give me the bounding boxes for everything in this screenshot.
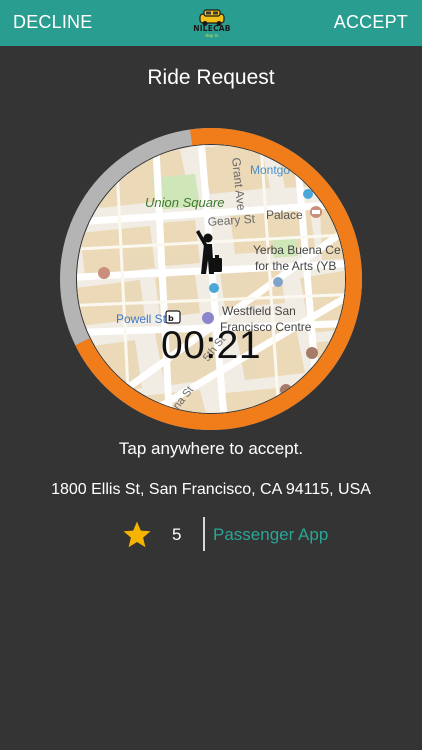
star-icon: [123, 521, 151, 548]
accept-button[interactable]: ACCEPT: [334, 12, 408, 33]
top-bar: DECLINE NILECAB Hop In ACCEPT: [0, 0, 422, 46]
metro-icon: [273, 277, 283, 287]
map-label-yerba-2: for the Arts (YB: [255, 259, 336, 273]
metro-icon: [303, 189, 313, 199]
hotel-icon: [98, 267, 110, 279]
page-title: Ride Request: [147, 66, 275, 89]
pickup-address: 1800 Ellis St, San Francisco, CA 94115, …: [51, 481, 371, 498]
passenger-rating: 5: [172, 525, 182, 544]
passenger-app-link[interactable]: Passenger App: [213, 525, 328, 545]
nilecab-logo: NILECAB Hop In: [190, 8, 234, 40]
svg-text:b: b: [168, 314, 174, 323]
map-label-palace: Palace: [266, 208, 303, 222]
decline-button[interactable]: DECLINE: [13, 12, 92, 33]
map-label-westfield-1: Westfield San: [222, 304, 296, 318]
metro-icon: [209, 283, 219, 293]
divider: [203, 517, 205, 551]
map-label-yerba-1: Yerba Buena Ce: [253, 243, 341, 257]
ride-request-map-ring[interactable]: Montgo Union Square Geary St Grant Ave P…: [60, 128, 362, 430]
logo-tagline: Hop In: [205, 33, 219, 38]
map-label-union-square: Union Square: [145, 195, 225, 210]
countdown-timer: 00:21: [160, 324, 262, 367]
passenger-info-row: 5 Passenger App: [0, 515, 422, 555]
bart-icon: b: [165, 310, 181, 324]
shopping-bag-icon: [202, 312, 214, 324]
tap-to-accept-hint: Tap anywhere to accept.: [118, 439, 304, 458]
hotel-icon: [310, 206, 322, 218]
logo-wordmark: NILECAB: [193, 24, 231, 33]
